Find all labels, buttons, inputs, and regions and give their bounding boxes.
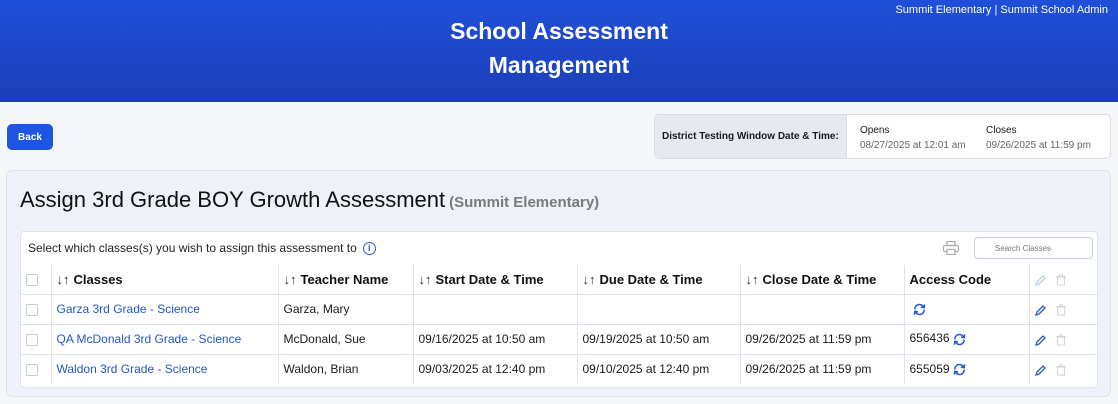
teacher-cell: Garza, Mary	[277, 293, 414, 325]
class-link[interactable]: QA McDonald 3rd Grade - Science	[57, 332, 242, 346]
access-code-cell: 655059	[903, 353, 1030, 384]
app-header: Summit Elementary | Summit School Admin …	[0, 0, 1118, 102]
due-cell: 09/19/2025 at 10:50 am	[576, 323, 741, 355]
start-cell: 09/16/2025 at 10:50 am	[412, 323, 578, 355]
col-classes[interactable]: ↓↑ Classes	[50, 265, 279, 295]
edit-all-icon	[1034, 275, 1046, 287]
row-checkbox[interactable]	[26, 303, 38, 316]
start-cell	[412, 293, 578, 325]
teacher-cell: McDonald, Sue	[277, 323, 414, 355]
refresh-icon[interactable]	[912, 302, 927, 317]
testing-window-label: District Testing Window Date & Time:	[655, 115, 847, 158]
assessment-title: Assign 3rd Grade BOY Growth Assessment (S…	[20, 187, 600, 212]
table-row: Waldon 3rd Grade - Science Waldon, Brian…	[21, 353, 1098, 384]
col-access-code: Access Code	[903, 265, 1030, 295]
close-cell: 09/26/2025 at 11:59 pm	[739, 323, 905, 355]
col-close[interactable]: ↓↑ Close Date & Time	[739, 265, 905, 295]
refresh-icon[interactable]	[952, 332, 967, 347]
due-cell: 09/10/2025 at 12:40 pm	[576, 353, 741, 384]
search-input[interactable]	[974, 237, 1093, 259]
col-start[interactable]: ↓↑ Start Date & Time	[412, 265, 578, 295]
class-link[interactable]: Waldon 3rd Grade - Science	[57, 362, 208, 376]
classes-table: ↓↑ Classes ↓↑ Teacher Name ↓↑ Start Date & …	[21, 265, 1098, 384]
sort-icon: ↓↑	[283, 271, 297, 287]
school-name: (Summit Elementary)	[449, 194, 600, 211]
col-teacher[interactable]: ↓↑ Teacher Name	[277, 265, 414, 295]
delete-icon[interactable]	[1055, 334, 1067, 346]
sort-icon: ↓↑	[582, 271, 596, 287]
row-checkbox[interactable]	[26, 364, 38, 377]
classes-table-card: Select which classes(s) you wish to assi…	[20, 231, 1098, 388]
access-code-cell	[903, 293, 1030, 325]
assign-panel: Assign 3rd Grade BOY Growth Assessment (S…	[6, 170, 1111, 397]
closes: Closes 09/26/2025 at 11:59 pm	[986, 125, 1091, 151]
sort-icon: ↓↑	[56, 271, 70, 287]
select-all-checkbox[interactable]	[26, 274, 38, 287]
page-title: School Assessment Management	[450, 18, 668, 78]
teacher-cell: Waldon, Brian	[277, 353, 414, 384]
info-icon[interactable]: i	[362, 241, 376, 255]
edit-icon[interactable]	[1034, 334, 1047, 346]
delete-icon[interactable]	[1055, 364, 1067, 376]
class-link[interactable]: Garza 3rd Grade - Science	[57, 302, 200, 316]
assign-prompt: Select which classes(s) you wish to assi…	[28, 241, 376, 255]
opens: Opens 08/27/2025 at 12:01 am	[860, 125, 966, 151]
access-code-cell: 656436	[903, 323, 1030, 355]
back-button[interactable]: Back	[7, 124, 53, 150]
refresh-icon[interactable]	[952, 362, 967, 377]
due-cell	[576, 293, 741, 325]
row-checkbox[interactable]	[26, 333, 38, 346]
sort-icon: ↓↑	[418, 271, 432, 287]
sort-icon: ↓↑	[745, 271, 759, 287]
testing-window: District Testing Window Date & Time: Ope…	[654, 114, 1111, 159]
start-cell: 09/03/2025 at 12:40 pm	[412, 353, 578, 384]
delete-all-icon	[1055, 274, 1066, 286]
col-due[interactable]: ↓↑ Due Date & Time	[576, 265, 741, 295]
close-cell	[739, 293, 905, 325]
col-actions	[1028, 265, 1098, 295]
edit-icon[interactable]	[1034, 304, 1047, 316]
delete-icon[interactable]	[1055, 304, 1067, 316]
close-cell: 09/26/2025 at 11:59 pm	[739, 353, 905, 384]
table-row: QA McDonald 3rd Grade - Science McDonald…	[21, 323, 1098, 355]
edit-icon[interactable]	[1034, 364, 1047, 377]
table-row: Garza 3rd Grade - Science Garza, Mary	[21, 293, 1098, 325]
print-icon[interactable]	[943, 241, 959, 255]
